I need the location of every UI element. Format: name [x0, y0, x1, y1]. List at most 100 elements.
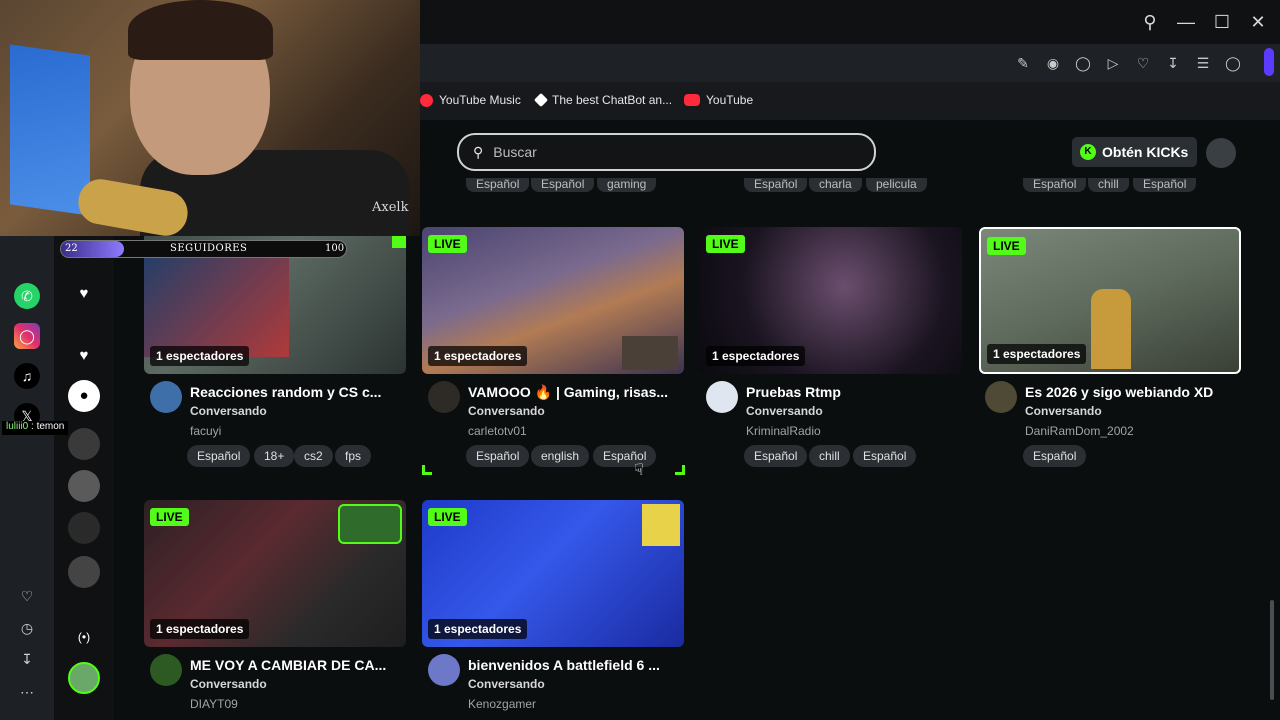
- stream-thumbnail[interactable]: LIVE 1 espectadores: [422, 500, 684, 647]
- channel-avatar[interactable]: [985, 381, 1017, 413]
- sidebar-toggle[interactable]: [1264, 48, 1274, 76]
- tag[interactable]: Español: [187, 445, 251, 467]
- stream-category[interactable]: Conversando: [746, 404, 823, 418]
- tag[interactable]: Español: [1133, 178, 1197, 192]
- channel-avatar[interactable]: [428, 654, 460, 686]
- heart-icon[interactable]: ♡: [14, 583, 40, 609]
- channel-avatar[interactable]: [68, 662, 100, 694]
- more-icon[interactable]: ⋯: [14, 679, 40, 705]
- download-icon[interactable]: ↧: [14, 646, 40, 672]
- bookmark-label: YouTube: [706, 93, 754, 107]
- search-icon[interactable]: ⚲: [1138, 10, 1162, 34]
- bookmark-youtube-music[interactable]: YouTube Music: [420, 93, 521, 107]
- followers-label: SEGUIDORES: [170, 243, 248, 254]
- instagram-icon[interactable]: ◯: [14, 323, 40, 349]
- stream-thumbnail[interactable]: LIVE 1 espectadores: [422, 227, 684, 374]
- clock-icon[interactable]: ◷: [14, 615, 40, 641]
- tag[interactable]: cs2: [294, 445, 333, 467]
- channel-avatar[interactable]: [68, 512, 100, 544]
- channel-avatar[interactable]: [706, 381, 738, 413]
- download-icon[interactable]: ↧: [1163, 53, 1183, 73]
- live-broadcast-icon[interactable]: (•): [68, 621, 100, 653]
- weapon-shape: [1091, 289, 1131, 369]
- stream-title[interactable]: Reacciones random y CS c...: [190, 384, 381, 400]
- channel-avatar[interactable]: [68, 556, 100, 588]
- maximize-icon[interactable]: ☐: [1210, 10, 1234, 34]
- live-badge: LIVE: [987, 237, 1026, 255]
- channel-name[interactable]: Kenozgamer: [468, 697, 536, 711]
- menu-icon[interactable]: ☰: [1193, 53, 1213, 73]
- tag[interactable]: Español: [1023, 178, 1087, 192]
- webcam-overlay: Axelk: [0, 0, 420, 236]
- channel-name[interactable]: DaniRamDom_2002: [1025, 424, 1134, 438]
- stream-title[interactable]: Pruebas Rtmp: [746, 384, 841, 400]
- focus-corner: [675, 465, 685, 475]
- channel-avatar[interactable]: [150, 654, 182, 686]
- stream-title[interactable]: ME VOY A CAMBIAR DE CA...: [190, 657, 386, 673]
- tag[interactable]: Español: [466, 178, 530, 192]
- channel-avatar[interactable]: [68, 470, 100, 502]
- tag[interactable]: charla: [809, 178, 862, 192]
- tag[interactable]: chill: [1088, 178, 1129, 192]
- tag[interactable]: Español: [744, 178, 808, 192]
- stream-thumbnail[interactable]: LIVE 1 espectadores: [144, 500, 406, 647]
- stream-title[interactable]: Es 2026 y sigo webiando XD: [1025, 384, 1213, 400]
- channel-avatar[interactable]: [68, 428, 100, 460]
- address-bar[interactable]: [420, 44, 1000, 82]
- bookmarks-bar: YouTube Music The best ChatBot an... You…: [420, 82, 1280, 120]
- tag[interactable]: Español: [1023, 445, 1087, 467]
- profile-icon[interactable]: ◯: [1223, 53, 1243, 73]
- facecam-inset: [622, 336, 678, 370]
- shield-icon[interactable]: ◯: [1073, 53, 1093, 73]
- hair-shape: [128, 0, 273, 60]
- close-icon[interactable]: ✕: [1246, 10, 1270, 34]
- tag[interactable]: pelicula: [866, 178, 927, 192]
- viewer-count: 1 espectadores: [987, 344, 1087, 364]
- heart-icon[interactable]: ♥: [68, 278, 100, 310]
- stream-category[interactable]: Conversando: [190, 677, 267, 691]
- get-kicks-button[interactable]: K Obtén KICKs: [1072, 137, 1197, 167]
- stream-category[interactable]: Conversando: [468, 677, 545, 691]
- minimize-icon[interactable]: —: [1174, 10, 1198, 34]
- tag[interactable]: Español: [744, 445, 808, 467]
- tag[interactable]: Español: [466, 445, 530, 467]
- stream-thumbnail[interactable]: LIVE 1 espectadores: [700, 227, 962, 374]
- channel-name[interactable]: KriminalRadio: [746, 424, 821, 438]
- viewer-count: 1 espectadores: [150, 619, 250, 639]
- user-avatar[interactable]: [1206, 138, 1236, 168]
- tag[interactable]: Español: [531, 178, 595, 192]
- stream-title[interactable]: VAMOOO 🔥 | Gaming, risas...: [468, 384, 668, 401]
- search-placeholder: Buscar: [493, 144, 537, 160]
- heart-icon[interactable]: ♥: [68, 340, 100, 372]
- followers-current: 22: [65, 243, 78, 254]
- tag[interactable]: Español: [593, 445, 657, 467]
- stream-category[interactable]: Conversando: [468, 404, 545, 418]
- channel-avatar[interactable]: [150, 381, 182, 413]
- tag[interactable]: 18+: [254, 445, 295, 467]
- scrollbar[interactable]: [1270, 600, 1274, 700]
- channel-avatar[interactable]: [428, 381, 460, 413]
- tag[interactable]: english: [531, 445, 590, 467]
- stream-category[interactable]: Conversando: [1025, 404, 1102, 418]
- tiktok-icon[interactable]: ♫: [14, 363, 40, 389]
- bookmark-chatbot[interactable]: The best ChatBot an...: [533, 92, 672, 108]
- whatsapp-icon[interactable]: ✆: [14, 283, 40, 309]
- play-icon[interactable]: ▷: [1103, 53, 1123, 73]
- tag[interactable]: chill: [809, 445, 850, 467]
- edit-icon[interactable]: ✎: [1013, 53, 1033, 73]
- camera-icon[interactable]: ◉: [1043, 53, 1063, 73]
- channel-name[interactable]: carletotv01: [468, 424, 527, 438]
- channel-name[interactable]: facuyi: [190, 424, 221, 438]
- tag[interactable]: Español: [853, 445, 917, 467]
- channel-name[interactable]: DIAYT09: [190, 697, 238, 711]
- stream-title[interactable]: bienvenidos A battlefield 6 ...: [468, 657, 660, 673]
- tag[interactable]: gaming: [597, 178, 657, 192]
- tag[interactable]: fps: [335, 445, 372, 467]
- search-input[interactable]: ⚲ Buscar: [457, 133, 876, 171]
- heart-outline-icon[interactable]: ♡: [1133, 53, 1153, 73]
- stream-category[interactable]: Conversando: [190, 404, 267, 418]
- youtube-music-icon: [420, 93, 433, 107]
- stream-thumbnail[interactable]: LIVE 1 espectadores: [979, 227, 1241, 374]
- channel-avatar[interactable]: ●: [68, 380, 100, 412]
- bookmark-youtube[interactable]: YouTube: [684, 93, 753, 107]
